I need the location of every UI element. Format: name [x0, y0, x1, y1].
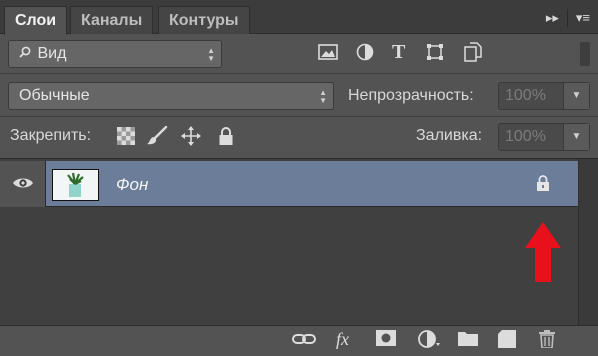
panel-menu-icon[interactable]: ▾≡ — [576, 10, 590, 26]
blend-row: Обычные ▲ ▼ Непрозрачность: 100% ▼ — [0, 75, 598, 117]
blend-mode-select[interactable]: Обычные ▲ ▼ — [8, 82, 334, 110]
scrollbar[interactable] — [578, 159, 598, 326]
fill-value: 100% — [505, 128, 546, 145]
shape-filter-icon[interactable] — [426, 43, 444, 66]
filter-kind-label: Вид — [37, 45, 67, 62]
tab-paths[interactable]: Контуры — [158, 6, 250, 34]
layer-list: Фон — [0, 158, 598, 326]
add-mask-icon[interactable] — [376, 330, 396, 352]
chevron-updown-icon: ▲ ▼ — [319, 88, 327, 105]
tab-layers[interactable]: Слои — [4, 6, 68, 35]
opacity-label: Непрозрачность: — [348, 87, 474, 104]
fill-field[interactable]: 100% ▼ — [498, 123, 590, 151]
layers-bottom-toolbar: fx — [0, 325, 598, 356]
link-layers-icon[interactable] — [292, 330, 316, 352]
collapse-panel-icon[interactable]: ▸▸ — [546, 10, 559, 26]
layer-thumbnail[interactable] — [52, 169, 99, 201]
chevron-updown-icon: ▲ ▼ — [207, 46, 215, 63]
annotation-arrow-icon — [525, 222, 561, 287]
layers-panel: Слои Каналы Контуры ▸▸ ▾≡ Вид ▲ ▼ T Обыч… — [0, 0, 598, 356]
chevron-down-icon[interactable]: ▼ — [563, 124, 589, 150]
visibility-toggle[interactable] — [0, 161, 46, 207]
lock-label: Закрепить: — [10, 127, 92, 144]
new-group-icon[interactable] — [458, 330, 478, 352]
adjustment-filter-icon[interactable] — [356, 43, 374, 66]
divider — [566, 9, 568, 27]
tab-channels[interactable]: Каналы — [70, 6, 154, 34]
layer-name[interactable]: Фон — [116, 175, 148, 195]
layer-row[interactable]: Фон — [0, 161, 578, 207]
lock-row: Закрепить: Заливка: 100% ▼ — [0, 118, 598, 158]
new-layer-icon[interactable] — [498, 330, 516, 354]
filter-toggle-switch[interactable] — [580, 42, 590, 66]
layer-style-fx-icon[interactable]: fx — [336, 328, 349, 350]
lock-transparent-pixels-icon[interactable] — [117, 127, 135, 150]
type-filter-icon[interactable]: T — [392, 41, 405, 63]
layer-filter-row: Вид ▲ ▼ T — [0, 34, 598, 74]
lock-position-icon[interactable] — [181, 126, 201, 151]
lock-all-icon[interactable] — [218, 126, 234, 151]
panel-controls: ▸▸ ▾≡ — [546, 8, 590, 28]
search-icon — [19, 41, 33, 67]
fill-label: Заливка: — [416, 127, 483, 144]
chevron-down-icon[interactable]: ▼ — [563, 83, 589, 109]
image-filter-icon[interactable] — [318, 43, 338, 65]
filter-kind-select[interactable]: Вид ▲ ▼ — [8, 40, 222, 68]
adjustment-layer-icon[interactable] — [418, 330, 442, 354]
eye-icon[interactable] — [12, 176, 34, 195]
lock-image-pixels-icon[interactable] — [146, 125, 168, 151]
smart-object-filter-icon[interactable] — [464, 42, 482, 67]
blend-mode-value: Обычные — [19, 87, 90, 104]
opacity-field[interactable]: 100% ▼ — [498, 82, 590, 110]
lock-icon — [536, 175, 550, 197]
opacity-value: 100% — [505, 87, 546, 104]
delete-layer-icon[interactable] — [538, 330, 556, 354]
panel-tab-bar: Слои Каналы Контуры ▸▸ ▾≡ — [0, 0, 598, 35]
